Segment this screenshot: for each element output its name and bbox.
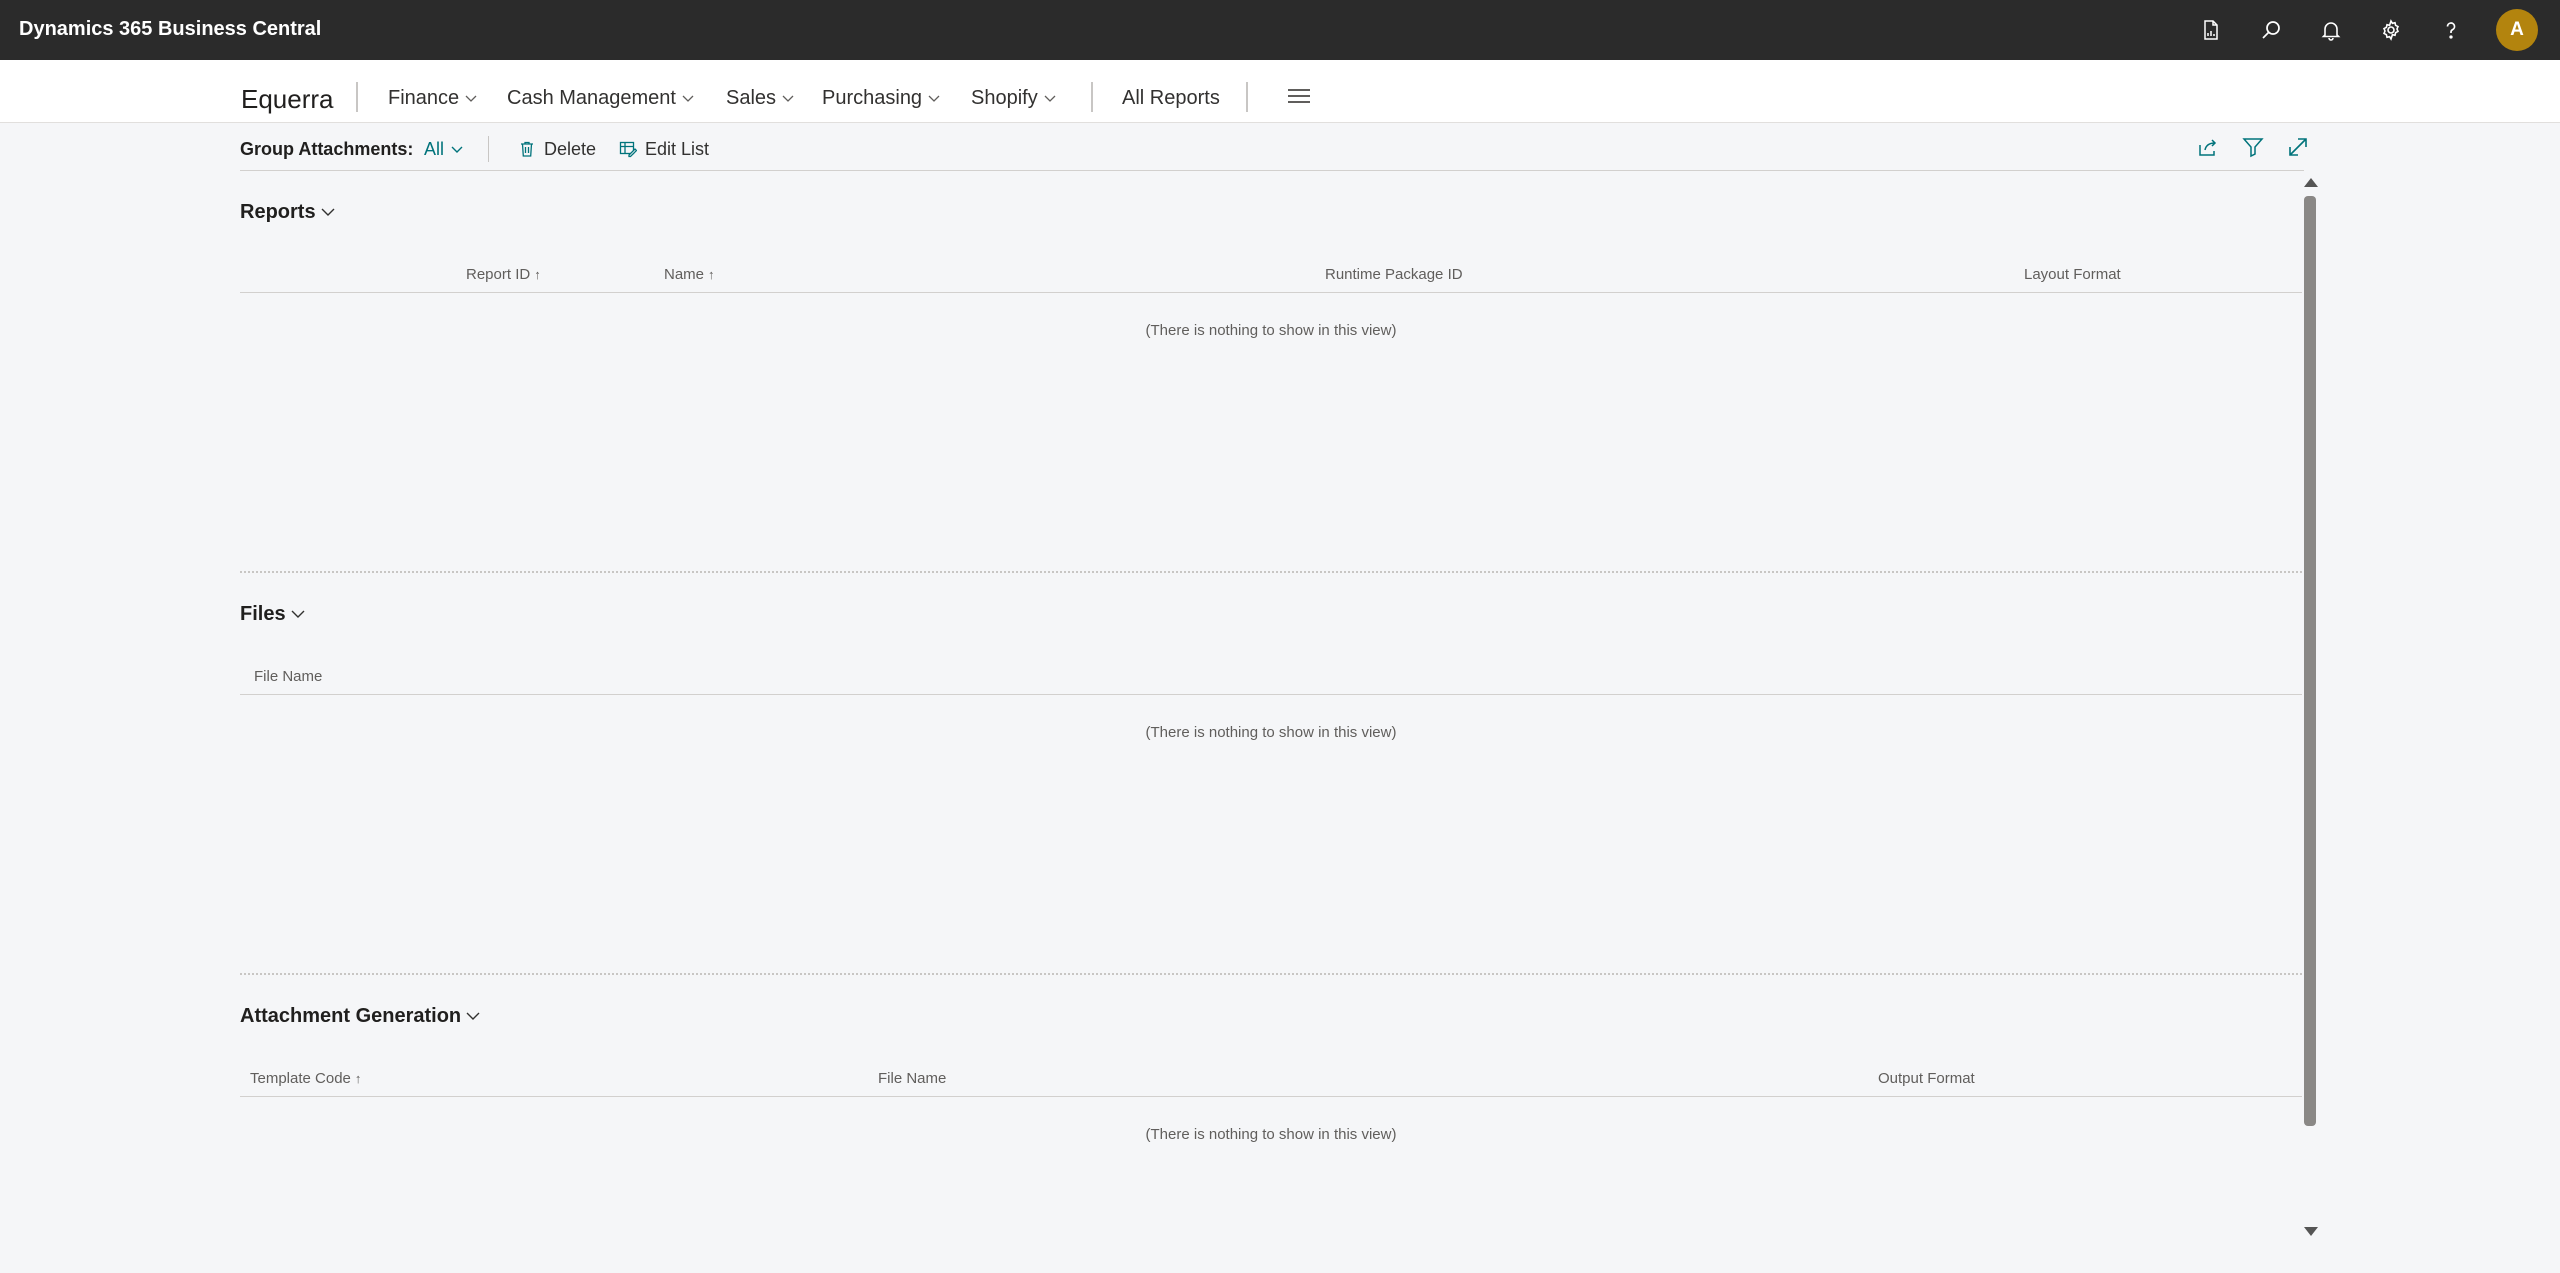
sort-ascending-icon: ↑ — [534, 267, 541, 282]
edit-list-label: Edit List — [645, 139, 710, 159]
column-label: File Name — [878, 1070, 947, 1087]
nav-item-all-reports[interactable]: All Reports — [1122, 82, 1220, 114]
nav-item-shopify[interactable]: Shopify — [971, 82, 1057, 114]
vertical-scrollbar[interactable] — [2302, 176, 2318, 1240]
chevron-down-icon — [291, 610, 305, 618]
filter-icon[interactable] — [2240, 134, 2266, 160]
chevron-down-icon — [1044, 95, 1056, 102]
gear-icon[interactable] — [2376, 15, 2406, 45]
scroll-up-arrow-icon[interactable] — [2304, 178, 2318, 187]
section-divider — [240, 973, 2302, 975]
nav-item-cash-management[interactable]: Cash Management — [507, 82, 695, 114]
chevron-down-icon — [466, 1012, 480, 1020]
report-icon[interactable] — [2196, 15, 2226, 45]
section-title: Reports — [240, 201, 316, 223]
column-label: Template Code — [250, 1070, 351, 1087]
filter-value: All — [424, 139, 445, 159]
column-file-name[interactable]: File Name — [878, 1068, 946, 1090]
group-attachments-filter[interactable]: All — [424, 136, 464, 162]
chevron-down-icon — [321, 208, 335, 216]
nav-item-label: Shopify — [971, 87, 1038, 109]
reports-section: Reports Report ID ↑ Name ↑ Runtime Package… — [240, 197, 2302, 577]
delete-label: Delete — [544, 139, 597, 159]
nav-item-label: All Reports — [1122, 87, 1220, 109]
column-label: Output Format — [1878, 1070, 1975, 1087]
edit-list-button[interactable]: Edit List — [619, 136, 709, 162]
column-name[interactable]: Name ↑ — [664, 264, 715, 286]
chevron-down-icon — [682, 95, 694, 102]
files-table-header: File Name — [240, 654, 2302, 695]
search-icon[interactable] — [2256, 15, 2286, 45]
hamburger-menu-icon[interactable] — [1288, 89, 1310, 107]
chevron-down-icon — [928, 95, 940, 102]
section-title: Files — [240, 603, 286, 625]
files-section-header[interactable]: Files — [240, 599, 306, 629]
column-label: File Name — [254, 668, 323, 685]
nav-separator — [1246, 82, 1248, 112]
nav-item-label: Sales — [726, 87, 777, 109]
user-avatar[interactable]: A — [2496, 9, 2538, 51]
column-label: Report ID — [466, 266, 531, 283]
nav-item-purchasing[interactable]: Purchasing — [822, 82, 941, 114]
action-separator — [488, 136, 489, 162]
scroll-down-arrow-icon[interactable] — [2304, 1227, 2318, 1236]
nav-item-finance[interactable]: Finance — [388, 82, 478, 114]
navigation-bar: Equerra Finance Cash Management Sales Pu… — [0, 60, 2560, 123]
app-bar: Dynamics 365 Business Central A — [0, 0, 2560, 60]
column-file-name[interactable]: File Name — [254, 666, 322, 688]
empty-message: (There is nothing to show in this view) — [1145, 724, 1397, 741]
app-title[interactable]: Dynamics 365 Business Central — [19, 0, 321, 58]
column-output-format[interactable]: Output Format — [1878, 1068, 1975, 1090]
column-label: Runtime Package ID — [1325, 266, 1463, 283]
share-icon[interactable] — [2195, 134, 2221, 160]
sort-ascending-icon: ↑ — [708, 267, 715, 282]
nav-separator — [356, 82, 358, 112]
nav-item-label: Cash Management — [507, 87, 676, 109]
trash-icon — [521, 141, 533, 157]
group-attachments-label: Group Attachments: — [240, 139, 414, 159]
column-report-id[interactable]: Report ID ↑ — [466, 264, 541, 286]
column-layout-format[interactable]: Layout Format — [2024, 264, 2121, 286]
section-title: Attachment Generation — [240, 1005, 462, 1027]
sort-ascending-icon: ↑ — [354, 1071, 362, 1086]
company-name[interactable]: Equerra — [241, 82, 334, 116]
bell-icon[interactable] — [2316, 15, 2346, 45]
generation-table-header: Template Code ↑ File Name Output Format — [240, 1056, 2302, 1097]
column-template-code[interactable]: Template Code ↑ — [250, 1068, 361, 1090]
edit-list-icon — [619, 141, 637, 158]
empty-message: (There is nothing to show in this view) — [1145, 1126, 1397, 1143]
reports-table-header: Report ID ↑ Name ↑ Runtime Package ID Layo… — [240, 252, 2302, 293]
chevron-down-icon — [465, 95, 477, 102]
nav-item-label: Finance — [388, 87, 460, 109]
column-runtime-package-id[interactable]: Runtime Package ID — [1325, 264, 1463, 286]
attachment-generation-section: Attachment Generation Template Code ↑ Fil… — [240, 1001, 2302, 1201]
nav-item-label: Purchasing — [822, 87, 923, 109]
expand-icon[interactable] — [2285, 134, 2311, 160]
column-label: Name — [664, 266, 705, 283]
attachment-generation-section-header[interactable]: Attachment Generation — [240, 1001, 481, 1031]
chevron-down-icon — [451, 146, 463, 153]
column-label: Layout Format — [2024, 266, 2121, 283]
delete-button[interactable]: Delete — [518, 136, 596, 162]
nav-separator — [1091, 82, 1093, 112]
chevron-down-icon — [782, 95, 794, 102]
nav-item-sales[interactable]: Sales — [726, 82, 795, 114]
help-icon[interactable] — [2436, 15, 2466, 45]
empty-message: (There is nothing to show in this view) — [1145, 322, 1397, 339]
files-section: Files File Name (There is nothing to sho… — [240, 599, 2302, 979]
app-bar-icons: A — [2166, 0, 2538, 60]
scrollbar-thumb[interactable] — [2304, 196, 2316, 1126]
reports-section-header[interactable]: Reports — [240, 197, 336, 227]
action-bar: Group Attachments: All Delete Edit List — [240, 126, 2307, 171]
section-divider — [240, 571, 2302, 573]
